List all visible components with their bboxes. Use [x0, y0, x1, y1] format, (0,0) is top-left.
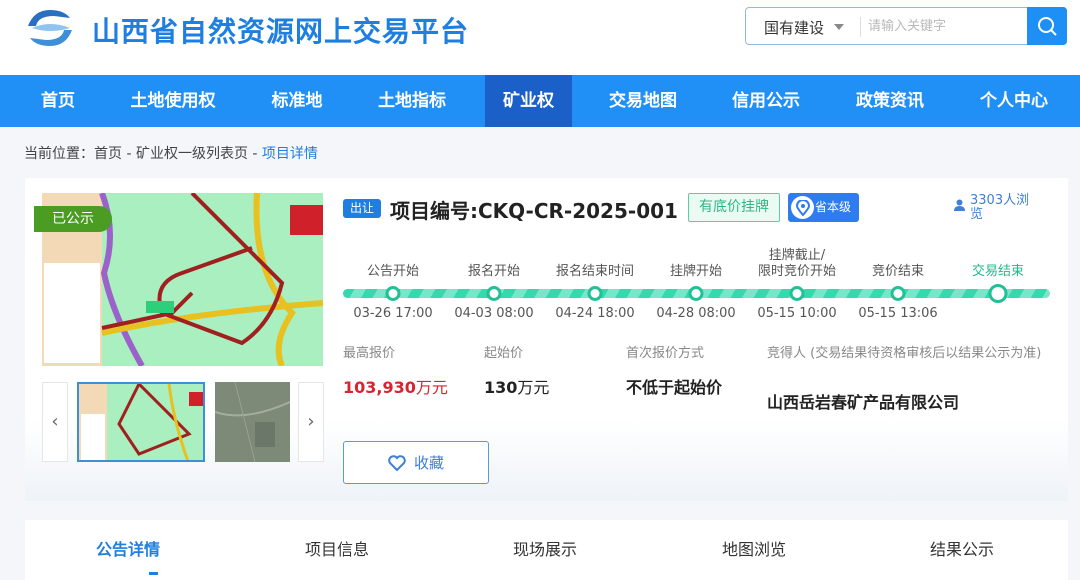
- timeline-step-label: 报名结束时间: [555, 264, 634, 279]
- timeline-dot: [486, 286, 502, 301]
- timeline-step-date: 04-28 08:00: [656, 306, 736, 321]
- caret-down-icon[interactable]: [834, 24, 844, 30]
- status-badge: 已公示: [34, 206, 112, 232]
- breadcrumb-list[interactable]: 矿业权一级列表页: [136, 146, 248, 162]
- timeline-step-date: 04-24 18:00: [555, 306, 635, 321]
- nav-item-policy[interactable]: 政策资讯: [842, 75, 938, 127]
- search-category-select[interactable]: 国有建设: [764, 17, 824, 38]
- timeline-step-date: 05-15 10:00: [757, 306, 837, 321]
- start-price-label: 起始价: [484, 346, 524, 361]
- nav-item-mining-rights[interactable]: 矿业权: [485, 75, 572, 127]
- location-pin-icon: [791, 196, 814, 219]
- view-count: 3303人浏览: [954, 194, 1034, 222]
- favorite-label: 收藏: [413, 454, 444, 472]
- nav-item-land-use[interactable]: 土地使用权: [118, 75, 228, 127]
- timeline-dot: [890, 286, 906, 301]
- max-price-label: 最高报价: [343, 346, 396, 361]
- timeline-step-label: 挂牌截止/ 限时竞价开始: [757, 248, 836, 279]
- search-input[interactable]: [868, 12, 1028, 40]
- header: 山西省自然资源网上交易平台 国有建设: [0, 0, 1080, 75]
- search-button[interactable]: [1027, 7, 1067, 45]
- winner-value: 山西岳岩春矿产品有限公司: [767, 393, 960, 412]
- site-title: 山西省自然资源网上交易平台: [92, 15, 470, 48]
- favorite-button[interactable]: 收藏: [343, 441, 489, 484]
- view-count-text: 3303人浏览: [970, 193, 1030, 222]
- project-number: 项目编号:CKQ-CR-2025-001: [390, 199, 678, 223]
- winner-label: 竞得人 (交易结果待资格审核后以结果公示为准): [767, 346, 1042, 361]
- timeline-dot: [789, 286, 805, 301]
- tab-site-display[interactable]: 现场展示: [513, 536, 577, 560]
- timeline-step-label: 竞价结束: [871, 264, 924, 279]
- nav-item-personal[interactable]: 个人中心: [966, 75, 1062, 127]
- nav-item-credit[interactable]: 信用公示: [718, 75, 814, 127]
- tab-project-info[interactable]: 项目信息: [305, 536, 369, 560]
- first-bid-label: 首次报价方式: [626, 346, 705, 361]
- level-tag: 省本级: [788, 193, 859, 222]
- timeline-step-date: 03-26 17:00: [353, 306, 433, 321]
- start-price-unit: 万元: [517, 378, 550, 397]
- thumb-next-button[interactable]: ›: [298, 382, 324, 462]
- active-tab-indicator: [149, 572, 158, 575]
- timeline-step-label: 挂牌开始: [669, 264, 722, 279]
- tab-announcement[interactable]: 公告详情: [96, 536, 160, 560]
- max-price-value: 103,930万元: [343, 374, 448, 398]
- site-logo[interactable]: [24, 6, 76, 50]
- start-price-number: 130: [484, 378, 518, 397]
- reserve-price-tag: 有底价挂牌: [688, 193, 780, 222]
- breadcrumb-sep: -: [122, 146, 136, 162]
- nav-item-standard-land[interactable]: 标准地: [250, 75, 344, 127]
- breadcrumb-sep: -: [247, 146, 262, 162]
- detail-tabs: 公告详情 项目信息 现场展示 地图浏览 结果公示: [25, 520, 1068, 580]
- divider: [860, 17, 861, 37]
- timeline-step-label: 公告开始: [366, 264, 419, 279]
- timeline-step-date: 05-15 13:06: [858, 306, 938, 321]
- heart-icon: [388, 454, 406, 471]
- chevron-left-icon: ‹: [51, 411, 59, 432]
- search-icon: [1038, 17, 1057, 36]
- start-price-value: 130万元: [484, 374, 549, 398]
- nav-item-land-index[interactable]: 土地指标: [364, 75, 460, 127]
- nav-item-trade-map[interactable]: 交易地图: [595, 75, 691, 127]
- breadcrumb-home[interactable]: 首页: [94, 146, 122, 162]
- level-label: 省本级: [815, 200, 852, 214]
- nav-item-home[interactable]: 首页: [20, 75, 96, 127]
- tab-map-browse[interactable]: 地图浏览: [722, 536, 786, 560]
- breadcrumb-prefix: 当前位置：: [24, 146, 94, 162]
- timeline-dot: [988, 284, 1008, 303]
- timeline-step-label: 交易结束: [971, 264, 1024, 279]
- max-price-number: 103,930: [343, 378, 416, 397]
- timeline-step-label: 报名开始: [467, 264, 520, 279]
- max-price-unit: 万元: [415, 378, 448, 397]
- timeline-dot: [587, 286, 603, 301]
- timeline-step-date: 04-03 08:00: [454, 306, 534, 321]
- main-nav: 首页 土地使用权 标准地 土地指标 矿业权 交易地图 信用公示 政策资讯 个人中…: [0, 75, 1080, 127]
- timeline-dot: [688, 286, 704, 301]
- timeline-dot: [385, 286, 401, 301]
- chevron-right-icon: ›: [307, 411, 315, 432]
- thumbnail-satellite[interactable]: [215, 382, 290, 462]
- tab-result[interactable]: 结果公示: [930, 536, 994, 560]
- thumb-prev-button[interactable]: ‹: [42, 382, 68, 462]
- search-bar: 国有建设: [745, 7, 1067, 45]
- breadcrumb-current: 项目详情: [261, 146, 318, 162]
- user-icon: [954, 199, 965, 211]
- first-bid-value: 不低于起始价: [626, 378, 723, 397]
- transfer-type-tag: 出让: [343, 199, 381, 218]
- thumbnail-map[interactable]: [77, 382, 205, 462]
- breadcrumb: 当前位置：首页 - 矿业权一级列表页 - 项目详情: [24, 143, 318, 163]
